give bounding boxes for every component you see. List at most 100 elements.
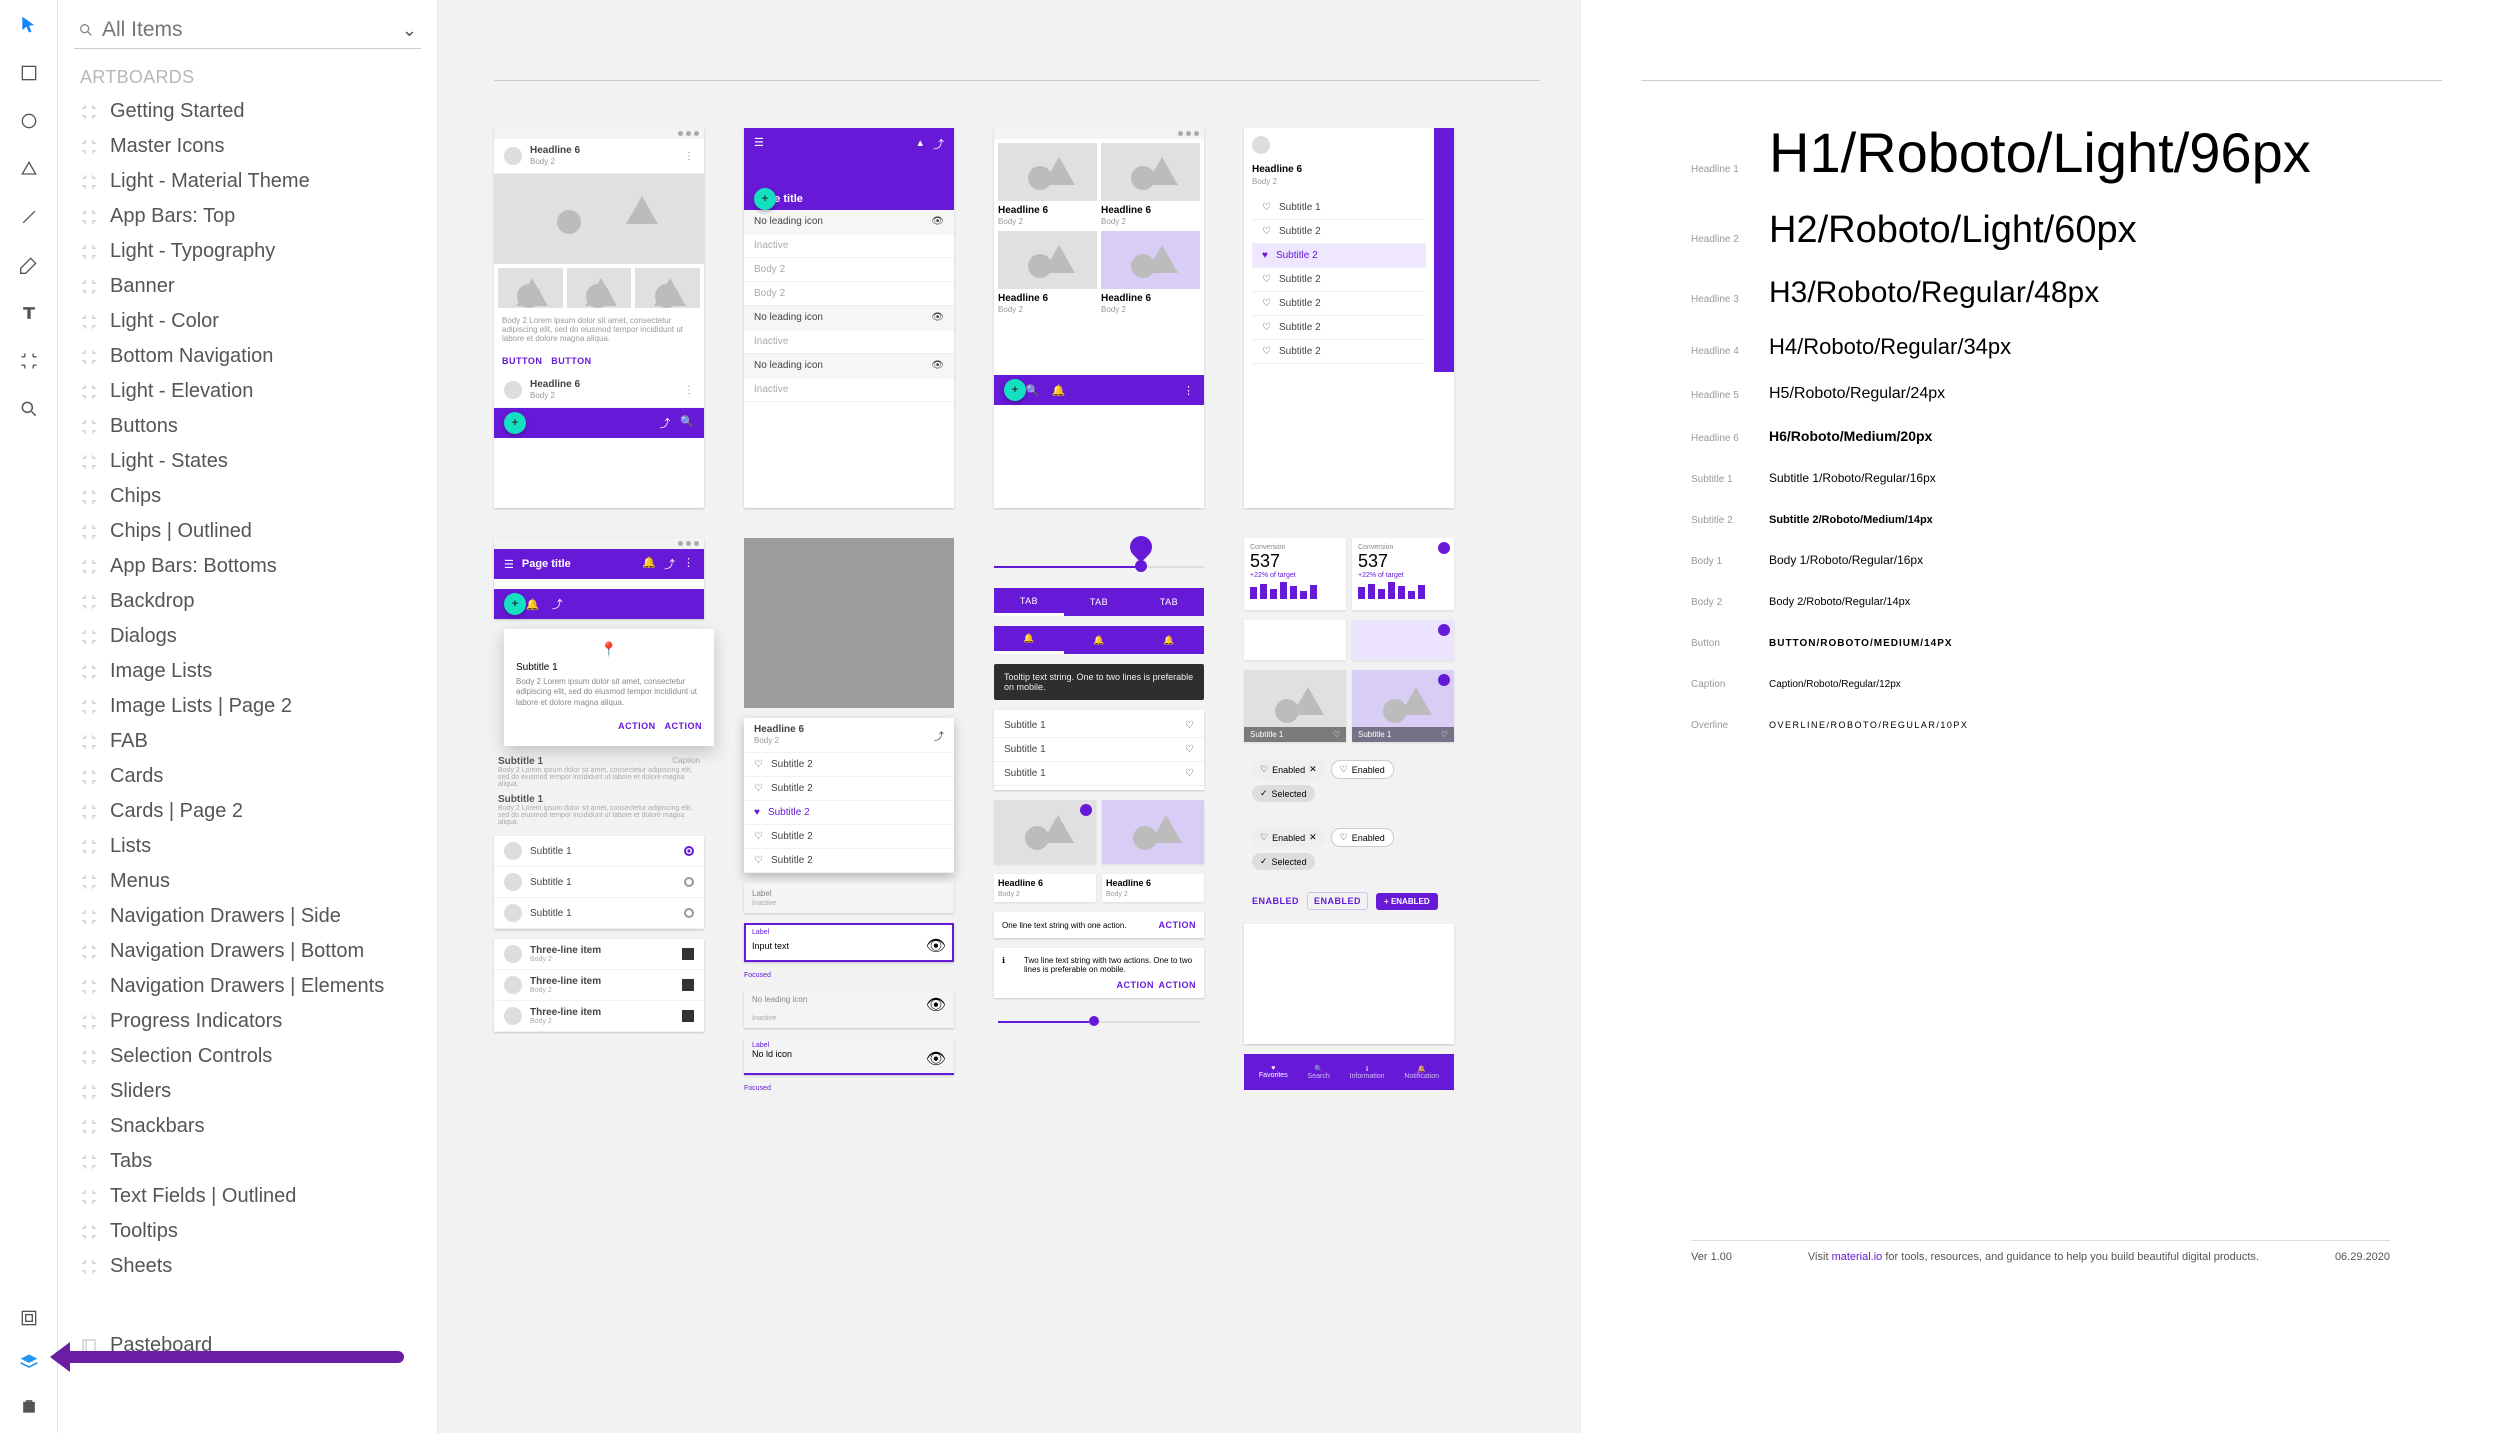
chip-enabled-out[interactable]: ♡ Enabled <box>1331 828 1394 847</box>
heart-icon[interactable]: ♡ <box>1262 202 1271 213</box>
chip-selected[interactable]: ✓ Selected <box>1252 785 1315 802</box>
radio-icon[interactable] <box>684 877 694 887</box>
heart-icon[interactable]: ♡ <box>1333 730 1340 739</box>
slider-thumb[interactable] <box>1089 1016 1099 1026</box>
artboard-item[interactable]: Banner <box>74 269 421 304</box>
checkbox-icon[interactable] <box>682 948 694 960</box>
dialog-action-1[interactable]: ACTION <box>618 721 656 731</box>
eye-icon[interactable]: 👁 <box>931 360 944 371</box>
heart-icon[interactable]: ♡ <box>754 759 763 770</box>
share-icon[interactable]: ⤴ <box>552 596 563 612</box>
notification-icon[interactable]: 🔔 <box>526 598 540 611</box>
assets-panel-icon[interactable] <box>18 1307 40 1329</box>
artboard-item[interactable]: Progress Indicators <box>74 1004 421 1039</box>
artboard-item[interactable]: App Bars: Top <box>74 199 421 234</box>
artboard-item[interactable]: Image Lists <box>74 654 421 689</box>
eye-icon[interactable]: 👁 <box>926 995 946 1015</box>
rectangle-tool-icon[interactable] <box>18 62 40 84</box>
artboard-item[interactable]: Cards <box>74 759 421 794</box>
artboard-item[interactable]: Light - States <box>74 444 421 479</box>
search-icon[interactable]: 🔍 <box>1026 384 1040 397</box>
artboard-cluster-appbars[interactable]: ☰Page title🔔⤴⋮ ☰🔔⤴ 📍 Subtitle 1 Body 2 L… <box>494 538 704 1092</box>
tab-1[interactable]: TAB <box>994 588 1064 616</box>
artboard-item[interactable]: Navigation Drawers | Elements <box>74 969 421 1004</box>
menu-icon[interactable]: ☰ <box>504 417 514 430</box>
heart-icon[interactable]: ♥ <box>1262 250 1268 261</box>
artboard-item[interactable]: Light - Elevation <box>74 374 421 409</box>
artboard-item[interactable]: Backdrop <box>74 584 421 619</box>
heart-icon[interactable]: ♡ <box>1185 768 1194 779</box>
artboard-card-list[interactable]: Headline 6Body 2⋮ Body 2 Lorem ipsum dol… <box>494 128 704 508</box>
ellipse-tool-icon[interactable] <box>18 110 40 132</box>
heart-icon[interactable]: ♡ <box>1262 274 1271 285</box>
heart-icon[interactable]: ♡ <box>754 855 763 866</box>
eye-icon[interactable]: 👁 <box>931 312 944 323</box>
notification-icon[interactable]: 🔔 <box>642 556 656 572</box>
select-tool-icon[interactable] <box>18 14 40 36</box>
artboard-item[interactable]: Lists <box>74 829 421 864</box>
heart-icon[interactable]: ♡ <box>1262 346 1271 357</box>
menu-icon[interactable]: ☰ <box>504 558 514 571</box>
artboard-item[interactable]: Text Fields | Outlined <box>74 1179 421 1214</box>
menu-icon[interactable]: ☰ <box>504 598 514 611</box>
chip-selected[interactable]: ✓ Selected <box>1252 853 1315 870</box>
heart-icon[interactable]: ♥ <box>754 807 760 818</box>
eye-icon[interactable]: 👁 <box>931 216 944 227</box>
artboard-item[interactable]: Master Icons <box>74 129 421 164</box>
artboard-item[interactable]: Cards | Page 2 <box>74 794 421 829</box>
artboard-item[interactable]: Menus <box>74 864 421 899</box>
tab-icon-1[interactable]: 🔔 <box>994 626 1064 654</box>
zoom-tool-icon[interactable] <box>18 398 40 420</box>
artboard-cluster-tabs[interactable]: TABTABTAB 🔔🔔🔔 Tooltip text string. One t… <box>994 538 1204 1092</box>
radio-icon[interactable] <box>684 908 694 918</box>
eye-icon[interactable]: 👁 <box>926 936 946 956</box>
input-text-label[interactable]: Input text <box>752 941 789 951</box>
artboard-item[interactable]: Light - Typography <box>74 234 421 269</box>
heart-icon[interactable]: ♡ <box>1262 298 1271 309</box>
bottomnav-favorites[interactable]: ♥Favorites <box>1259 1065 1288 1079</box>
chip-enabled[interactable]: ♡ Enabled ✕ <box>1252 828 1325 847</box>
chip-enabled[interactable]: ♡ Enabled ✕ <box>1252 760 1325 779</box>
share-icon[interactable]: ⤴ <box>933 136 944 152</box>
share-icon[interactable]: ⤴ <box>659 415 670 431</box>
typography-artboard[interactable]: Headline 1H1/Roboto/Light/96pxHeadline 2… <box>1580 0 2500 1433</box>
tab-3[interactable]: TAB <box>1134 588 1204 616</box>
artboard-item[interactable]: Snackbars <box>74 1109 421 1144</box>
tab-icon-3[interactable]: 🔔 <box>1134 626 1204 654</box>
tab-icon-2[interactable]: 🔔 <box>1064 626 1134 654</box>
heart-icon[interactable]: ♡ <box>1441 730 1448 739</box>
heart-icon[interactable]: ♡ <box>1262 226 1271 237</box>
search-input[interactable] <box>102 18 394 42</box>
artboard-item[interactable]: FAB <box>74 724 421 759</box>
artboard-item[interactable]: Light - Color <box>74 304 421 339</box>
artboard-image-cards[interactable]: Headline 6Body 2Headline 6Body 2 Headlin… <box>994 128 1204 508</box>
search-row[interactable]: ⌄ <box>74 14 421 49</box>
artboard-cluster-chips[interactable]: Conversion537+22% of target Conversion53… <box>1244 538 1454 1092</box>
heart-icon[interactable]: ♡ <box>754 831 763 842</box>
share-icon[interactable]: ⤴ <box>934 728 944 743</box>
bottomnav-search[interactable]: 🔍Search <box>1308 1065 1330 1080</box>
notification-icon[interactable]: 🔔 <box>1052 384 1066 397</box>
artboard-item[interactable]: Chips <box>74 479 421 514</box>
chip-enabled-out[interactable]: ♡ Enabled <box>1331 760 1394 779</box>
outlined-button[interactable]: ENABLED <box>1307 892 1368 910</box>
radio-checked-icon[interactable] <box>684 846 694 856</box>
heart-icon[interactable]: ♡ <box>754 783 763 794</box>
artboard-item[interactable]: Dialogs <box>74 619 421 654</box>
heart-icon[interactable]: ♡ <box>1185 720 1194 731</box>
artboard-item[interactable]: Sheets <box>74 1249 421 1284</box>
snack-action[interactable]: ACTION <box>1159 920 1197 930</box>
bottomnav-notification[interactable]: 🔔Notification <box>1404 1065 1439 1080</box>
artboard-item[interactable]: Tabs <box>74 1144 421 1179</box>
artboard-item[interactable]: Light - Material Theme <box>74 164 421 199</box>
more-icon[interactable]: ⋮ <box>683 556 694 572</box>
material-link[interactable]: material.io <box>1832 1251 1883 1263</box>
heart-icon[interactable]: ♡ <box>1185 744 1194 755</box>
artboard-item[interactable]: Bottom Navigation <box>74 339 421 374</box>
checkbox-icon[interactable] <box>682 1010 694 1022</box>
artboard-item[interactable]: Chips | Outlined <box>74 514 421 549</box>
artboard-tool-icon[interactable] <box>18 350 40 372</box>
tabs[interactable]: TABTABTAB <box>994 588 1204 616</box>
dialog-action-2[interactable]: ACTION <box>665 721 703 731</box>
artboard-cluster-sheet[interactable]: Headline 6Body 2⤴ ♡Subtitle 2 ♡Subtitle … <box>744 538 954 1092</box>
